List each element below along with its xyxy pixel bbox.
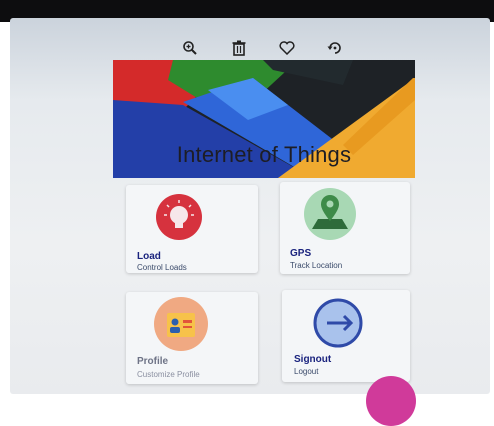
card-title: Signout — [294, 354, 332, 365]
map-pin-icon — [303, 187, 357, 246]
logout-icon — [313, 298, 363, 353]
card-signout[interactable]: Signout Logout — [282, 290, 410, 382]
card-subtitle: Logout — [294, 367, 319, 376]
card-subtitle: Control Loads — [137, 263, 187, 272]
card-subtitle: Track Location — [290, 261, 343, 270]
card-title: GPS — [290, 248, 312, 259]
toolbar — [0, 38, 494, 58]
card-gps[interactable]: GPS Track Location — [280, 182, 410, 274]
floating-action-button[interactable] — [366, 376, 416, 426]
banner-title: Internet of Things — [176, 142, 352, 167]
heart-icon[interactable] — [277, 38, 297, 58]
id-card-icon — [153, 296, 209, 357]
rotate-icon[interactable] — [325, 38, 345, 58]
zoom-in-icon[interactable] — [180, 38, 200, 58]
lightbulb-icon — [155, 193, 203, 246]
trash-icon[interactable] — [229, 38, 249, 58]
card-profile[interactable]: Profile Customize Profile — [126, 292, 258, 384]
card-subtitle: Customize Profile — [137, 370, 200, 379]
card-title: Load — [137, 251, 161, 262]
banner-image: Internet of Things — [113, 60, 415, 178]
card-title: Profile — [137, 356, 169, 367]
card-load[interactable]: Load Control Loads — [126, 185, 258, 273]
